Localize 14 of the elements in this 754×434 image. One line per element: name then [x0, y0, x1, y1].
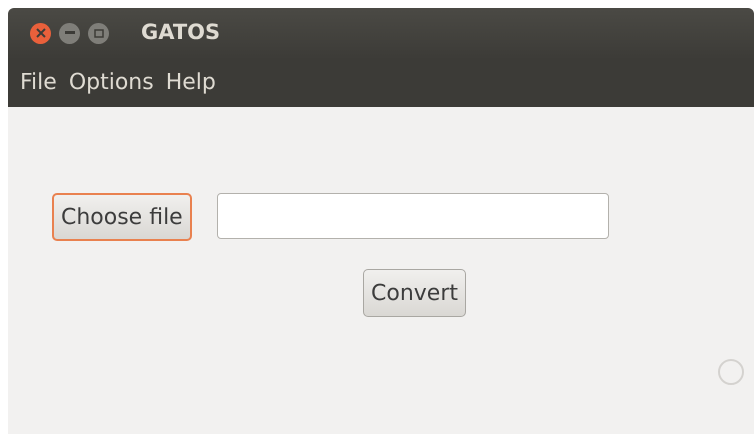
- menu-item[interactable]: Options: [62, 66, 160, 99]
- convert-button[interactable]: Convert: [363, 269, 466, 317]
- minimize-button[interactable]: [59, 22, 80, 44]
- file-path-field[interactable]: [216, 193, 609, 239]
- menu-item[interactable]: Help: [160, 66, 222, 99]
- window-title: GATOS: [141, 19, 220, 46]
- menu-item[interactable]: File: [14, 66, 63, 99]
- maximize-icon: [94, 28, 104, 38]
- maximize-button[interactable]: [88, 22, 109, 44]
- close-icon: [36, 28, 46, 38]
- choose-file-button[interactable]: Choose file: [52, 193, 192, 241]
- close-button[interactable]: [30, 22, 51, 44]
- minimize-icon: [64, 31, 74, 35]
- circle-icon: [716, 357, 746, 387]
